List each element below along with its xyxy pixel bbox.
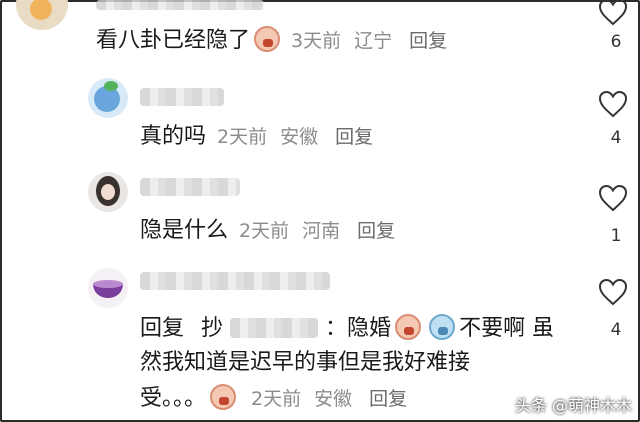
comment-time: 2天前 <box>251 388 302 410</box>
heart-icon[interactable] <box>598 184 628 212</box>
crying-emoji-icon <box>254 26 281 52</box>
comment-text: 不要啊 虽 <box>459 316 555 341</box>
comment-location: 辽宁 <box>354 30 393 52</box>
comment-row: 看八卦已经隐了 3天前 辽宁 回复 <box>96 26 447 56</box>
blurred-username <box>140 88 224 106</box>
heart-icon[interactable] <box>598 278 628 306</box>
comment-row: 受。。。 2天前 安徽 回复 <box>140 384 407 414</box>
watermark: 头条 @萌神木木 <box>514 396 632 415</box>
avatar[interactable] <box>88 78 128 118</box>
reply-button[interactable]: 回复 <box>357 220 395 242</box>
comment-location: 安徽 <box>280 126 319 148</box>
freezing-emoji-icon <box>429 314 456 340</box>
heart-icon[interactable] <box>598 90 628 118</box>
avatar[interactable] <box>88 268 128 308</box>
comment-text: 真的吗 <box>140 124 207 149</box>
avatar[interactable] <box>88 172 128 212</box>
comment-text: 受。。。 <box>140 386 207 411</box>
comment-row: 隐是什么 2天前 河南 回复 <box>140 216 395 246</box>
comment-line: 回复 抄 ：隐婚 不要啊 虽 <box>140 314 554 344</box>
colon: ： <box>325 316 348 341</box>
blurred-username <box>140 178 240 196</box>
like-count: 6 <box>610 32 622 52</box>
like-count: 4 <box>610 128 622 148</box>
comment-location: 河南 <box>302 220 341 242</box>
reply-button[interactable]: 回复 <box>335 126 373 148</box>
comment-row: 真的吗 2天前 安徽 回复 <box>140 122 373 152</box>
comment-time: 2天前 <box>239 220 290 242</box>
comment-text: 隐婚 <box>347 316 392 341</box>
reply-button[interactable]: 回复 <box>369 388 407 410</box>
comment-text: 然我知道是迟早的事但是我好难接 <box>140 350 471 375</box>
crying-emoji-icon <box>210 384 237 410</box>
reply-target[interactable]: 抄 <box>201 316 325 341</box>
comment-time: 2天前 <box>217 126 268 148</box>
blurred-username <box>96 0 264 10</box>
reply-prefix: 回复 <box>140 316 185 341</box>
comment-line: 然我知道是迟早的事但是我好难接 <box>140 348 470 378</box>
comment-time: 3天前 <box>291 30 342 52</box>
like-count: 4 <box>610 320 622 340</box>
like-count: 1 <box>610 226 622 246</box>
comment-location: 安徽 <box>314 388 353 410</box>
comment-text: 隐是什么 <box>140 218 229 243</box>
blurred-reply-target-name <box>230 318 319 338</box>
reply-button[interactable]: 回复 <box>409 30 447 52</box>
crying-emoji-icon <box>395 314 422 340</box>
heart-icon[interactable] <box>598 0 628 26</box>
blurred-username <box>140 272 330 290</box>
comment-text: 看八卦已经隐了 <box>96 28 251 53</box>
